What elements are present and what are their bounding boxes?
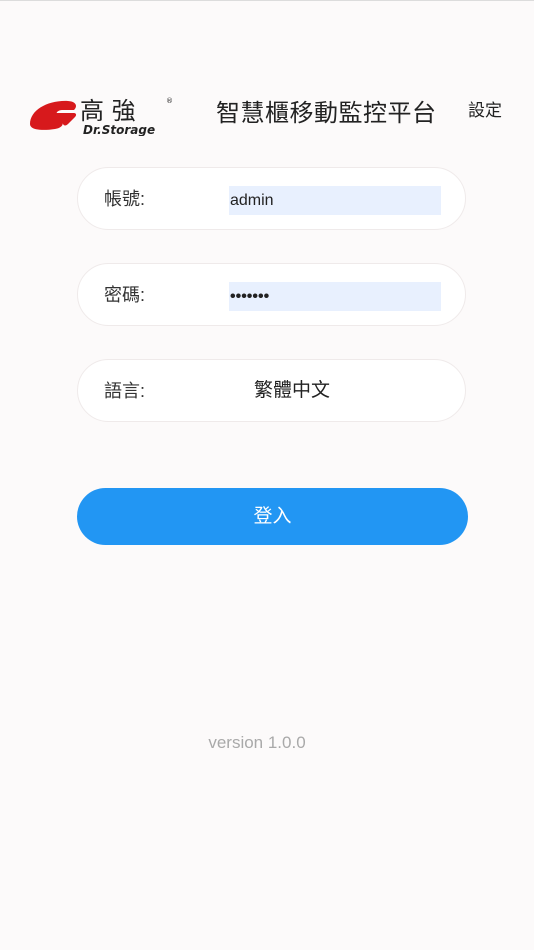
password-input[interactable] (229, 282, 441, 311)
app-title: 智慧櫃移動監控平台 (216, 100, 437, 127)
logo-mark-icon: 高 強 ® Dr.Storage (30, 97, 173, 136)
registered-mark: ® (166, 97, 173, 105)
language-label: 語言: (104, 381, 146, 401)
brand-chinese-text: 高 強 (80, 97, 136, 125)
version-text: version 1.0.0 (208, 733, 306, 752)
password-field: 密碼: (77, 263, 466, 326)
language-field: 語言: 繁體中文 (77, 359, 466, 422)
password-label: 密碼: (104, 285, 146, 305)
settings-button[interactable]: 設定 (468, 100, 502, 122)
language-select[interactable]: 繁體中文 (254, 379, 330, 403)
account-input[interactable] (229, 186, 441, 215)
brand-english-text: Dr.Storage (83, 123, 155, 136)
login-button[interactable]: 登入 (77, 488, 468, 545)
account-field: 帳號: (77, 167, 466, 230)
brand-logo: 高 強 ® Dr.Storage (28, 94, 174, 136)
top-divider (0, 0, 534, 1)
account-label: 帳號: (104, 189, 146, 209)
